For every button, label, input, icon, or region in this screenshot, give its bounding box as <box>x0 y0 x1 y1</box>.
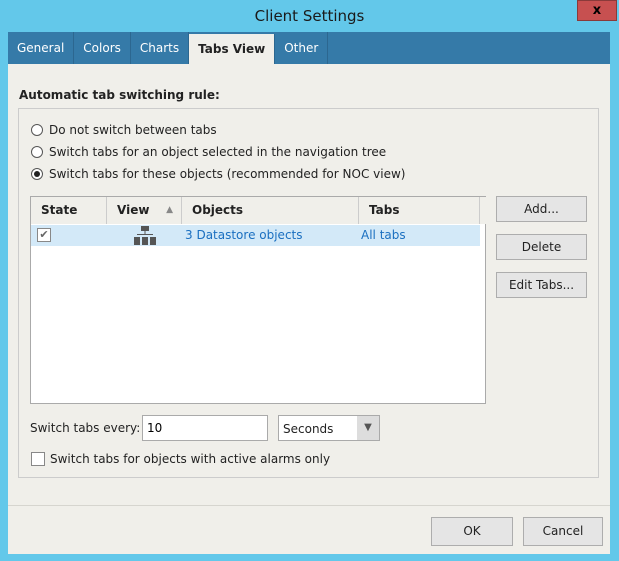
cancel-button[interactable]: Cancel <box>523 517 603 546</box>
objects-cell[interactable]: 3 Datastore objects <box>185 228 303 242</box>
radio-label: Switch tabs for these objects (recommend… <box>49 167 406 181</box>
unit-select[interactable]: Seconds ▼ <box>278 415 380 441</box>
tab-charts[interactable]: Charts <box>131 32 190 64</box>
unit-value: Seconds <box>283 422 334 436</box>
radio-icon <box>31 146 43 158</box>
column-label: View <box>117 203 150 217</box>
tabs-cell[interactable]: All tabs <box>361 228 406 242</box>
column-tabs[interactable]: Tabs <box>359 197 480 224</box>
interval-label: Switch tabs every: <box>30 421 141 435</box>
column-objects[interactable]: Objects <box>182 197 359 224</box>
table-row[interactable]: ✔ 3 Datastore objects All tabs <box>31 225 480 246</box>
ok-button[interactable]: OK <box>431 517 513 546</box>
radio-no-switch[interactable]: Do not switch between tabs <box>31 123 217 137</box>
radio-these-objects[interactable]: Switch tabs for these objects (recommend… <box>31 167 405 181</box>
header-filler <box>480 197 486 224</box>
state-checkbox[interactable]: ✔ <box>37 228 51 242</box>
chevron-down-icon: ▼ <box>357 416 379 440</box>
radio-nav-tree[interactable]: Switch tabs for an object selected in th… <box>31 145 386 159</box>
edit-tabs-button[interactable]: Edit Tabs... <box>496 272 587 298</box>
sort-ascending-icon: ▲ <box>166 205 173 215</box>
tab-colors[interactable]: Colors <box>74 32 131 64</box>
checkbox-label: Switch tabs for objects with active alar… <box>50 452 331 466</box>
footer-divider <box>8 505 610 506</box>
radio-icon <box>31 124 43 136</box>
radio-label: Do not switch between tabs <box>49 123 217 137</box>
tab-other[interactable]: Other <box>275 32 329 64</box>
checkbox-icon <box>31 452 45 466</box>
window-title: Client Settings <box>254 7 365 25</box>
objects-table: State View ▲ Objects Tabs ✔ 3 Datastore o… <box>30 196 486 404</box>
close-button[interactable]: x <box>577 0 617 21</box>
interval-input[interactable] <box>142 415 268 441</box>
column-view[interactable]: View ▲ <box>107 197 182 224</box>
add-button[interactable]: Add... <box>496 196 587 222</box>
tab-general[interactable]: General <box>8 32 75 64</box>
tab-strip: General Colors Charts Tabs View Other <box>8 32 610 64</box>
tab-tabs-view[interactable]: Tabs View <box>189 34 276 64</box>
network-tree-icon <box>134 226 156 245</box>
alarms-only-checkbox[interactable]: Switch tabs for objects with active alar… <box>31 452 330 466</box>
radio-label: Switch tabs for an object selected in th… <box>49 145 387 159</box>
radio-icon <box>31 168 43 180</box>
column-state[interactable]: State <box>31 197 107 224</box>
rule-heading: Automatic tab switching rule: <box>19 88 220 102</box>
delete-button[interactable]: Delete <box>496 234 587 260</box>
